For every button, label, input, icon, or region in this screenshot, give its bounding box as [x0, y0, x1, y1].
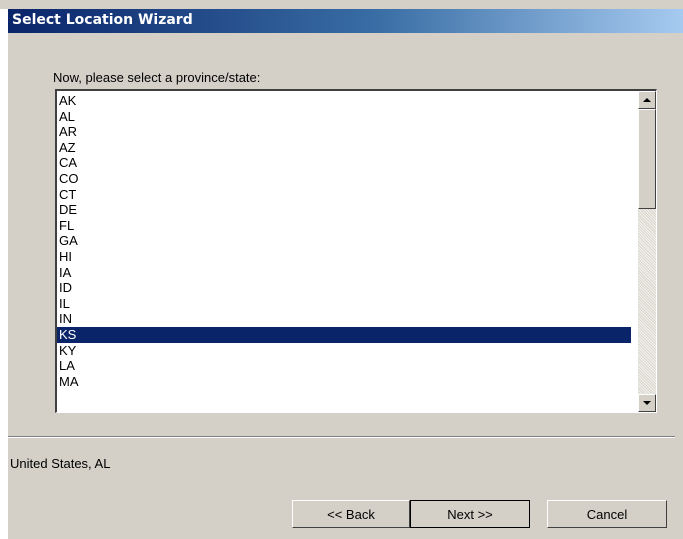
scroll-down-arrow-icon[interactable] [638, 394, 656, 412]
divider [8, 436, 675, 438]
list-item-ky[interactable]: KY [57, 343, 631, 359]
list-item-fl[interactable]: FL [57, 218, 631, 234]
list-item-ct[interactable]: CT [57, 187, 631, 203]
scroll-up-arrow-icon[interactable] [638, 91, 656, 109]
list-item-ma[interactable]: MA [57, 374, 631, 390]
list-item-de[interactable]: DE [57, 202, 631, 218]
selected-location-text: United States, AL [10, 456, 111, 471]
list-item-co[interactable]: CO [57, 171, 631, 187]
list-item-id[interactable]: ID [57, 280, 631, 296]
list-item-ks[interactable]: KS [57, 326, 631, 343]
list-item-il[interactable]: IL [57, 296, 631, 312]
cancel-button[interactable]: Cancel [547, 500, 667, 528]
state-list-items: AK AL AR AZ CA CO CT DE FL GA HI IA ID IL IN KS KY LA MA [57, 93, 631, 389]
list-item-az[interactable]: AZ [57, 140, 631, 156]
prompt-label: Now, please select a province/state: [53, 70, 261, 85]
list-item-al[interactable]: AL [57, 109, 631, 125]
scrollbar-thumb[interactable] [638, 109, 656, 209]
next-button[interactable]: Next >> [410, 500, 530, 528]
title-bar: Select Location Wizard [8, 9, 683, 33]
list-item-hi[interactable]: HI [57, 249, 631, 265]
list-item-ar[interactable]: AR [57, 124, 631, 140]
list-item-in[interactable]: IN [57, 311, 631, 327]
list-item-la[interactable]: LA [57, 358, 631, 374]
state-listbox[interactable]: AK AL AR AZ CA CO CT DE FL GA HI IA ID IL IN KS KY LA MA [55, 89, 657, 413]
window-title: Select Location Wizard [12, 12, 193, 28]
list-item-ia[interactable]: IA [57, 265, 631, 281]
list-item-ak[interactable]: AK [57, 93, 631, 109]
back-button[interactable]: << Back [292, 500, 410, 528]
list-item-ca[interactable]: CA [57, 155, 631, 171]
list-item-ga[interactable]: GA [57, 233, 631, 249]
window-left-edge [0, 9, 8, 539]
vertical-scrollbar[interactable] [638, 91, 656, 412]
